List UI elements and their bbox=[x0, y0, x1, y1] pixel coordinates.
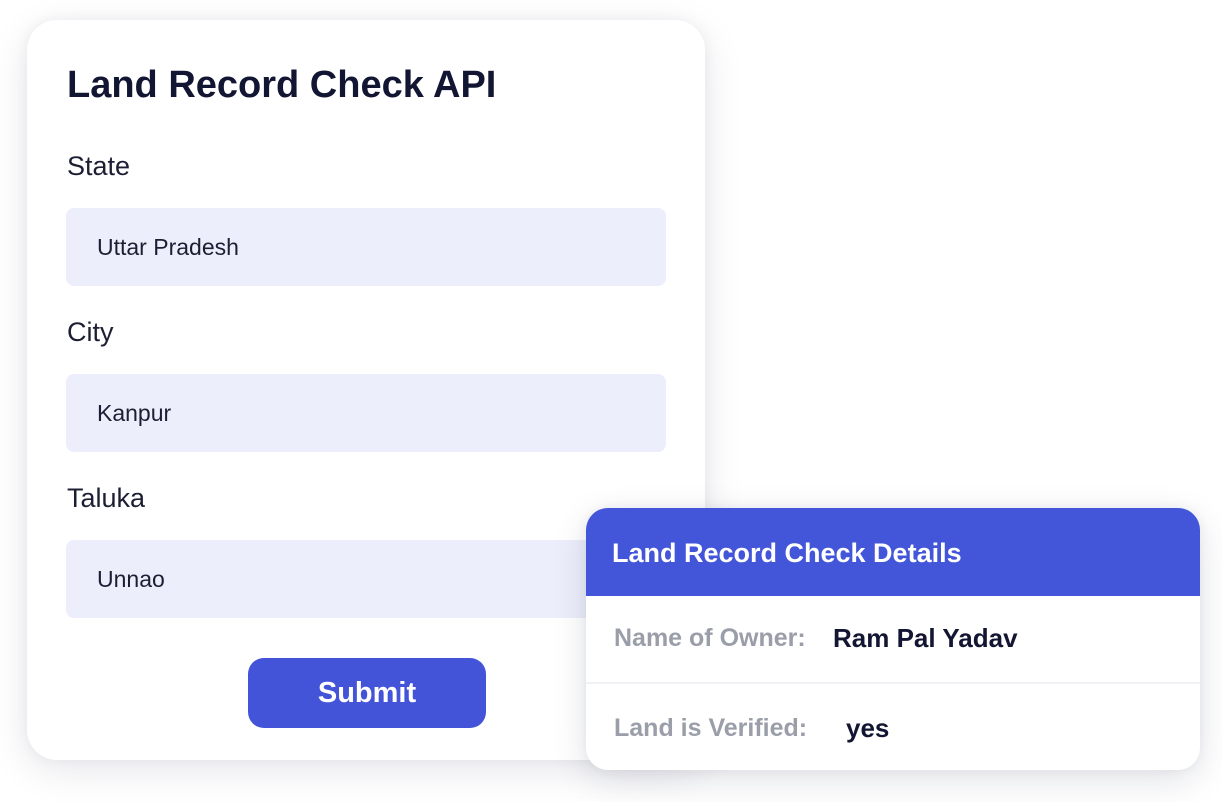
details-header: Land Record Check Details bbox=[586, 508, 1200, 596]
verified-value: yes bbox=[846, 713, 890, 743]
city-input[interactable] bbox=[66, 374, 666, 452]
form-title: Land Record Check API bbox=[67, 64, 497, 106]
owner-value: Ram Pal Yadav bbox=[833, 623, 1018, 653]
submit-button[interactable]: Submit bbox=[248, 658, 486, 728]
owner-row: Name of Owner: Ram Pal Yadav bbox=[586, 596, 1200, 684]
land-record-details-card: Land Record Check Details Name of Owner:… bbox=[586, 508, 1200, 770]
state-label: State bbox=[67, 151, 131, 181]
verified-row: Land is Verified: yes bbox=[586, 686, 1200, 770]
state-input[interactable] bbox=[66, 208, 666, 286]
taluka-input[interactable] bbox=[66, 540, 666, 618]
city-label: City bbox=[67, 317, 114, 347]
taluka-label: Taluka bbox=[67, 483, 146, 513]
verified-label: Land is Verified: bbox=[614, 714, 808, 742]
owner-label: Name of Owner: bbox=[614, 624, 806, 652]
